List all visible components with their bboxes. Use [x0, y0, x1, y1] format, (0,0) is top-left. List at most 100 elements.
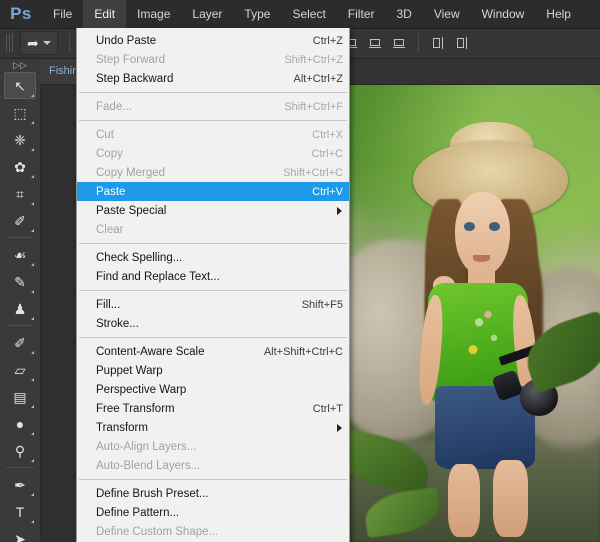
tool-quick-selection-tool[interactable]: ✿ [4, 153, 36, 180]
menu-item-paste-special[interactable]: Paste Special [77, 201, 349, 220]
menu-item-label: Fill... [96, 298, 121, 311]
path-selection-tool-icon: ➤ [14, 530, 26, 542]
menu-item-free-transform[interactable]: Free Transform Ctrl+T [77, 399, 349, 418]
tool-options-triangle-icon [31, 263, 34, 266]
menu-item-define-brush-preset[interactable]: Define Brush Preset... [77, 484, 349, 503]
tool-options-triangle-icon [31, 121, 34, 124]
photoshop-logo: Ps [10, 4, 32, 23]
menubar-item-window[interactable]: Window [471, 0, 536, 28]
gradient-tool-icon: ▤ [13, 388, 27, 405]
edit-dropdown-menu[interactable]: Undo Paste Ctrl+Z Step Forward Shift+Ctrl+Z… [76, 28, 350, 542]
tool-move-tool[interactable]: ↖ [4, 72, 36, 99]
tool-spot-healing-brush-tool[interactable]: ☙ [4, 241, 36, 268]
tool-lasso-tool[interactable]: ❈ [4, 126, 36, 153]
menubar-item-type[interactable]: Type [233, 0, 281, 28]
move-tool-icon: ↖ [14, 77, 26, 94]
tools-separator [6, 237, 34, 238]
options-bar-grip[interactable] [6, 34, 15, 52]
menubar-item-3d[interactable]: 3D [385, 0, 422, 28]
menu-item-find-and-replace-text[interactable]: Find and Replace Text... [77, 267, 349, 286]
submenu-arrow-icon [337, 423, 342, 432]
menu-item-shortcut: Alt+Ctrl+Z [293, 72, 343, 85]
menu-bar[interactable]: Ps File Edit Image Layer Type Select Filter 3D V… [0, 0, 600, 29]
menu-item-shortcut: Alt+Shift+Ctrl+C [263, 345, 343, 358]
menu-separator [79, 479, 347, 480]
menubar-item-file[interactable]: File [42, 0, 83, 28]
align-bottom-edges-icon[interactable] [391, 35, 407, 51]
document-image[interactable] [350, 84, 600, 542]
menu-item-label: Clear [96, 223, 124, 236]
menu-item-define-custom-shape: Define Custom Shape... [77, 522, 349, 541]
tool-pen-tool[interactable]: ✒ [4, 471, 36, 498]
menu-item-fill[interactable]: Fill... Shift+F5 [77, 295, 349, 314]
photo-eye-left [463, 222, 475, 231]
menu-item-stroke[interactable]: Stroke... [77, 314, 349, 333]
eyedropper-tool-icon: ✐ [14, 212, 26, 229]
menu-item-perspective-warp[interactable]: Perspective Warp [77, 380, 349, 399]
menu-item-paste[interactable]: Paste Ctrl+V [77, 182, 349, 201]
clone-stamp-tool-icon: ♟ [13, 300, 27, 317]
tool-brush-tool[interactable]: ✎ [4, 268, 36, 295]
menubar-item-view[interactable]: View [423, 0, 471, 28]
menu-item-shortcut: Shift+Ctrl+C [283, 166, 343, 179]
menu-item-auto-align-layers: Auto-Align Layers... [77, 437, 349, 456]
menu-separator [79, 92, 347, 93]
tool-eyedropper-tool[interactable]: ✐ [4, 207, 36, 234]
tool-options-triangle-icon [31, 175, 34, 178]
menu-item-label: Stroke... [96, 317, 139, 330]
tool-dodge-tool[interactable]: ⚲ [4, 437, 36, 464]
menu-item-clear: Clear [77, 220, 349, 239]
tool-gradient-tool[interactable]: ▤ [4, 383, 36, 410]
tool-history-brush-tool[interactable]: ✐ [4, 329, 36, 356]
tool-blur-tool[interactable]: ● [4, 410, 36, 437]
menu-item-label: Fade... [96, 100, 132, 113]
menu-item-content-aware-scale[interactable]: Content-Aware Scale Alt+Shift+Ctrl+C [77, 342, 349, 361]
menu-separator [79, 290, 347, 291]
tool-options-triangle-icon [31, 317, 34, 320]
menubar-item-image[interactable]: Image [126, 0, 181, 28]
align-vertical-centers-icon[interactable] [367, 35, 383, 51]
menu-item-undo-paste[interactable]: Undo Paste Ctrl+Z [77, 31, 349, 50]
photo-leg-left [447, 464, 480, 538]
menu-item-label: Copy [96, 147, 123, 160]
tool-options-triangle-icon [31, 520, 34, 523]
palette-collapse-toggle[interactable]: ▷▷ [0, 58, 40, 72]
menu-item-define-pattern[interactable]: Define Pattern... [77, 503, 349, 522]
distribute-top-edges-icon[interactable] [430, 35, 446, 51]
menu-item-label: Step Forward [96, 53, 166, 66]
tool-path-selection-tool[interactable]: ➤ [4, 525, 36, 542]
menubar-item-select[interactable]: Select [281, 0, 336, 28]
spot-healing-brush-tool-icon: ☙ [13, 246, 27, 263]
dodge-tool-icon: ⚲ [14, 442, 26, 459]
photo-eye-right [488, 222, 500, 231]
rectangular-marquee-tool-icon: ⬚ [13, 104, 27, 121]
tool-eraser-tool[interactable]: ▱ [4, 356, 36, 383]
tool-clone-stamp-tool[interactable]: ♟ [4, 295, 36, 322]
active-tool-preview[interactable]: ➦ [20, 31, 58, 55]
menubar-item-edit[interactable]: Edit [83, 0, 127, 28]
distribute-vertical-centers-icon[interactable] [454, 35, 470, 51]
chevron-down-icon[interactable] [42, 41, 51, 45]
tool-horizontal-type-tool[interactable]: T [4, 498, 36, 525]
menu-item-transform[interactable]: Transform [77, 418, 349, 437]
horizontal-type-tool-icon: T [15, 503, 25, 520]
menu-item-label: Copy Merged [96, 166, 166, 179]
menubar-item-filter[interactable]: Filter [337, 0, 386, 28]
tool-rectangular-marquee-tool[interactable]: ⬚ [4, 99, 36, 126]
blur-tool-icon: ● [15, 415, 25, 432]
menu-item-step-backward[interactable]: Step Backward Alt+Ctrl+Z [77, 69, 349, 88]
menu-item-label: Check Spelling... [96, 251, 183, 264]
menubar-item-layer[interactable]: Layer [181, 0, 233, 28]
menu-item-label: Define Custom Shape... [96, 525, 219, 538]
menu-item-check-spelling[interactable]: Check Spelling... [77, 248, 349, 267]
tools-palette[interactable]: ▷▷ ↖ ⬚ ❈ ✿ ⌗ ✐ ☙ ✎ ♟ ✐ ▱ ▤ ● ⚲ ✒ T ➤ [0, 58, 41, 542]
photoshop-window: ▷▷ ↖⬚❈✿⌗✐☙✎♟✐▱▤●⚲✒T➤ Fishing-girl.JPG @ … [0, 0, 600, 542]
menu-item-copy-merged: Copy Merged Shift+Ctrl+C [77, 163, 349, 182]
menu-item-puppet-warp[interactable]: Puppet Warp [77, 361, 349, 380]
menu-item-label: Auto-Blend Layers... [96, 459, 201, 472]
tool-crop-tool[interactable]: ⌗ [4, 180, 36, 207]
menubar-item-help[interactable]: Help [535, 0, 582, 28]
menu-item-label: Undo Paste [96, 34, 157, 47]
move-tool-icon: ➦ [27, 35, 39, 51]
history-brush-tool-icon: ✐ [14, 334, 26, 351]
